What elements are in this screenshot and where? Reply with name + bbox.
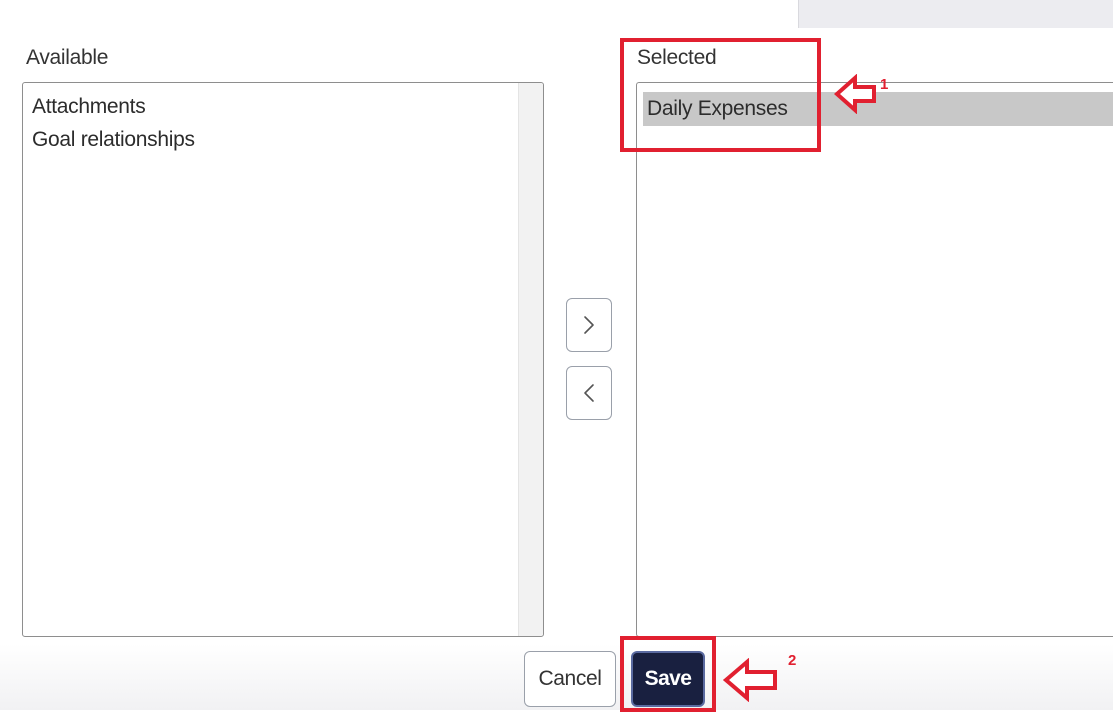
add-button[interactable] (566, 298, 612, 352)
remove-button[interactable] (566, 366, 612, 420)
chevron-left-icon (584, 384, 594, 402)
chevron-right-icon (584, 316, 594, 334)
highlight-box-save (620, 636, 716, 712)
available-list[interactable]: Attachments Goal relationships (22, 82, 544, 637)
selected-list[interactable]: Daily Expenses (636, 82, 1113, 637)
highlight-box-selected (620, 38, 821, 152)
callout-number-2: 2 (788, 652, 797, 669)
list-item[interactable]: Attachments (32, 91, 146, 123)
callout-arrow-icon (834, 74, 876, 114)
callout-number-1: 1 (880, 76, 889, 93)
cancel-button[interactable]: Cancel (524, 651, 616, 707)
list-item[interactable]: Goal relationships (32, 124, 195, 156)
available-scrollbar[interactable] (518, 83, 543, 636)
available-label: Available (26, 46, 109, 69)
top-strip (798, 0, 1113, 28)
callout-arrow-icon (723, 658, 777, 702)
